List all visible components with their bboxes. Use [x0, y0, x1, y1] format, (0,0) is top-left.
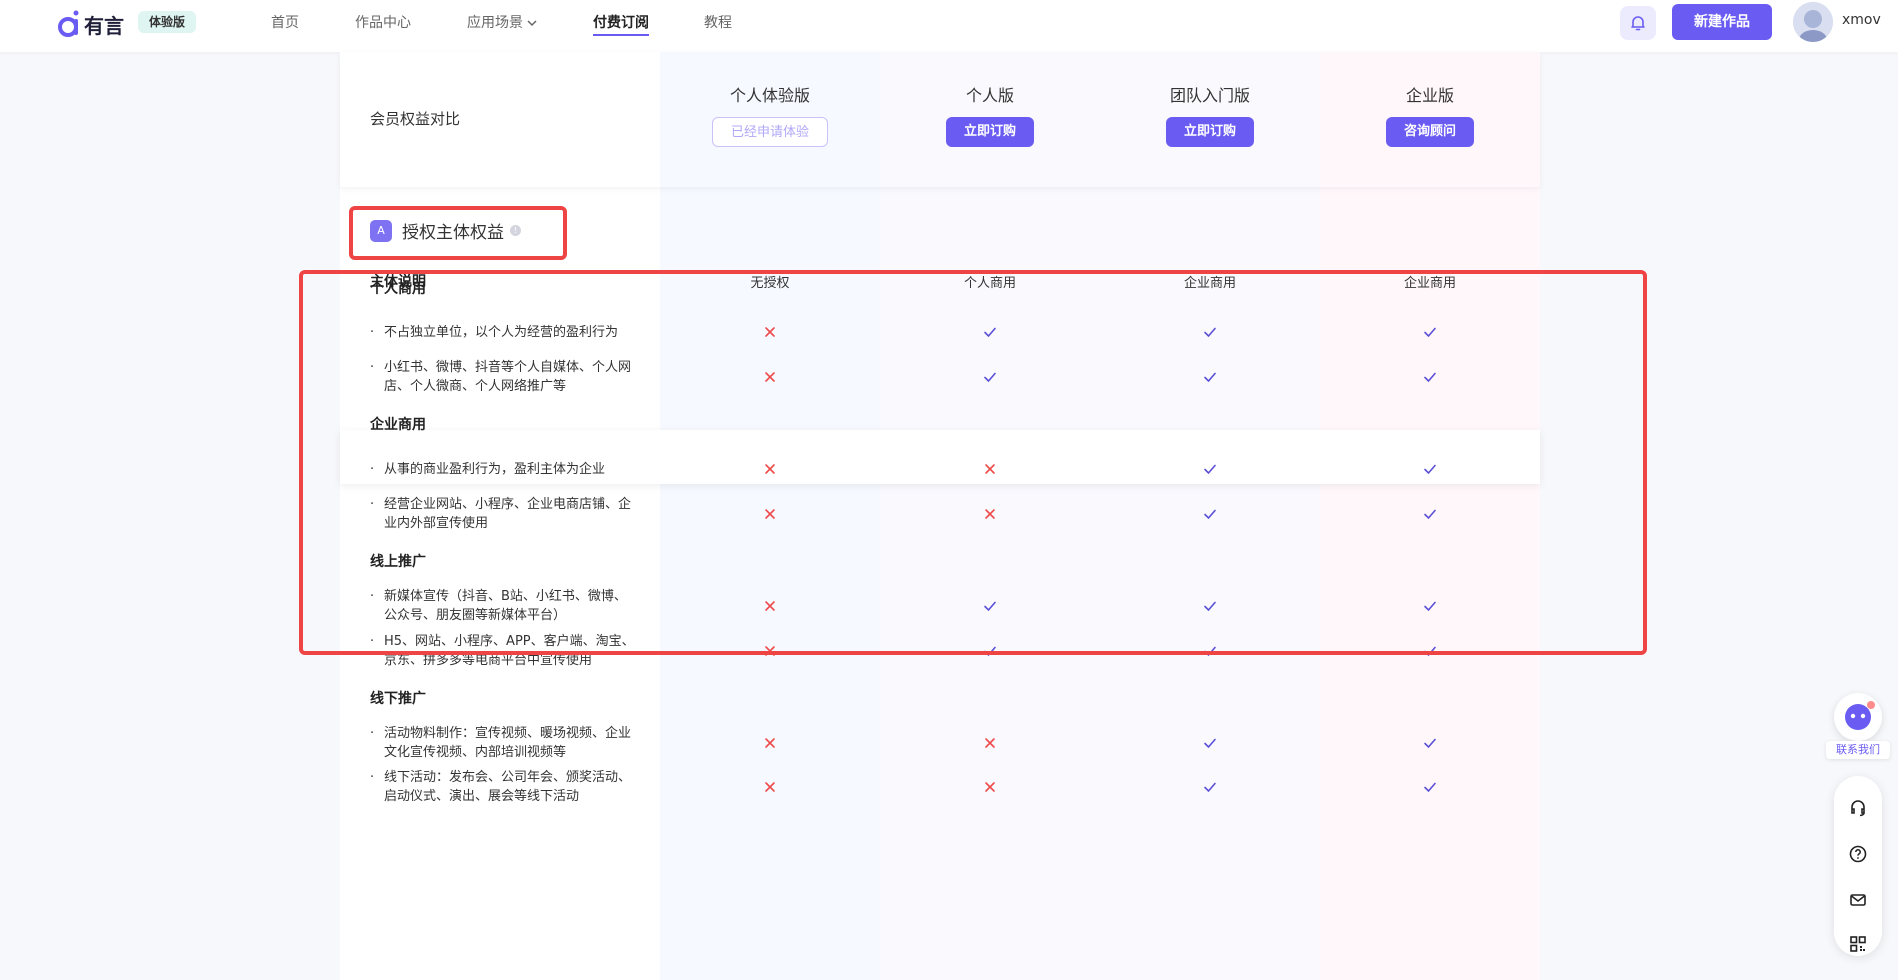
mail-icon[interactable] [1848, 890, 1868, 910]
group-title: 线下推广 [370, 691, 426, 707]
notification-button[interactable] [1620, 6, 1656, 40]
check-icon [1204, 782, 1216, 793]
check-icon [1424, 782, 1436, 793]
robot-icon [1845, 701, 1875, 730]
help-icon[interactable] [1848, 844, 1868, 864]
top-header: 有言 体验版 首页 作品中心 应用场景 付费订阅 教程 新建作品 xmov [0, 0, 1898, 52]
plan-name-personal-trial: 个人体验版 [729, 86, 810, 105]
bell-icon [1631, 16, 1645, 31]
nav-home[interactable]: 首页 [271, 0, 299, 46]
avatar[interactable] [1793, 2, 1833, 42]
plan-name-team: 团队入门版 [1169, 86, 1250, 105]
username[interactable]: xmov [1842, 12, 1881, 28]
cross-icon [985, 782, 995, 792]
nav-scenarios[interactable]: 应用场景 [467, 0, 538, 46]
subscribe-team-button[interactable]: 立即订购 [1166, 117, 1254, 147]
page: 有言 体验版 首页 作品中心 应用场景 付费订阅 教程 新建作品 xmov 会员… [0, 0, 1898, 980]
subscribe-personal-button[interactable]: 立即订购 [946, 117, 1034, 147]
bullet: · [370, 770, 375, 785]
bullet: · [370, 726, 375, 741]
plans-header-row: 会员权益对比 个人体验版 个人版 团队入门版 企业版 已经申请体验 立即订购 立… [340, 52, 1540, 187]
nav-tutorial[interactable]: 教程 [704, 0, 732, 46]
applied-trial-button[interactable]: 已经申请体验 [712, 117, 828, 147]
logo-icon [58, 10, 79, 37]
tool-bar [1834, 776, 1882, 956]
check-icon [1424, 738, 1436, 749]
benefit-text-line: 线下活动：发布会、公司年会、颁奖活动、 [384, 770, 632, 785]
trial-badge: 体验版 [138, 11, 196, 33]
avatar-image [1793, 2, 1833, 42]
benefit-text-line: 活动物料制作：宣传视频、暖场视频、企业 [384, 726, 632, 741]
benefit-text: 线下活动：发布会、公司年会、颁奖活动、 启动仪式、演出、展会等线下活动 [384, 768, 631, 806]
highlight-section-title [349, 206, 567, 260]
headset-icon[interactable] [1848, 798, 1868, 818]
benefit-text-line: 文化宣传视频、内部培训视频等 [384, 745, 567, 760]
contact-us-widget[interactable]: 联系我们 [1826, 693, 1890, 763]
cross-icon [765, 782, 775, 792]
logo-text: 有言 [84, 13, 124, 38]
nav-works[interactable]: 作品中心 [355, 0, 411, 46]
plan-name-enterprise: 企业版 [1405, 86, 1454, 105]
new-work-button[interactable]: 新建作品 [1672, 4, 1772, 40]
nav-subscription[interactable]: 付费订阅 [593, 0, 649, 46]
compare-title: 会员权益对比 [370, 110, 461, 128]
benefit-text-line: 启动仪式、演出、展会等线下活动 [384, 789, 580, 804]
nav-scenarios-label: 应用场景 [467, 15, 523, 31]
contact-bubble [1834, 693, 1882, 741]
benefit-row-label: · 线下活动：发布会、公司年会、颁奖活动、 启动仪式、演出、展会等线下活动 [370, 768, 670, 806]
contact-us-label: 联系我们 [1826, 741, 1890, 759]
chevron-down-icon [527, 20, 537, 27]
logo[interactable]: 有言 [56, 8, 124, 40]
cross-icon [985, 738, 995, 748]
consult-advisor-button[interactable]: 咨询顾问 [1386, 117, 1474, 147]
check-icon [1204, 738, 1216, 749]
benefit-text: 活动物料制作：宣传视频、暖场视频、企业 文化宣传视频、内部培训视频等 [384, 724, 631, 762]
benefit-row-label: · 活动物料制作：宣传视频、暖场视频、企业 文化宣传视频、内部培训视频等 [370, 724, 670, 762]
qrcode-icon[interactable] [1848, 934, 1868, 954]
highlight-table-region [299, 270, 1647, 655]
plan-name-personal: 个人版 [965, 86, 1014, 105]
cross-icon [765, 738, 775, 748]
